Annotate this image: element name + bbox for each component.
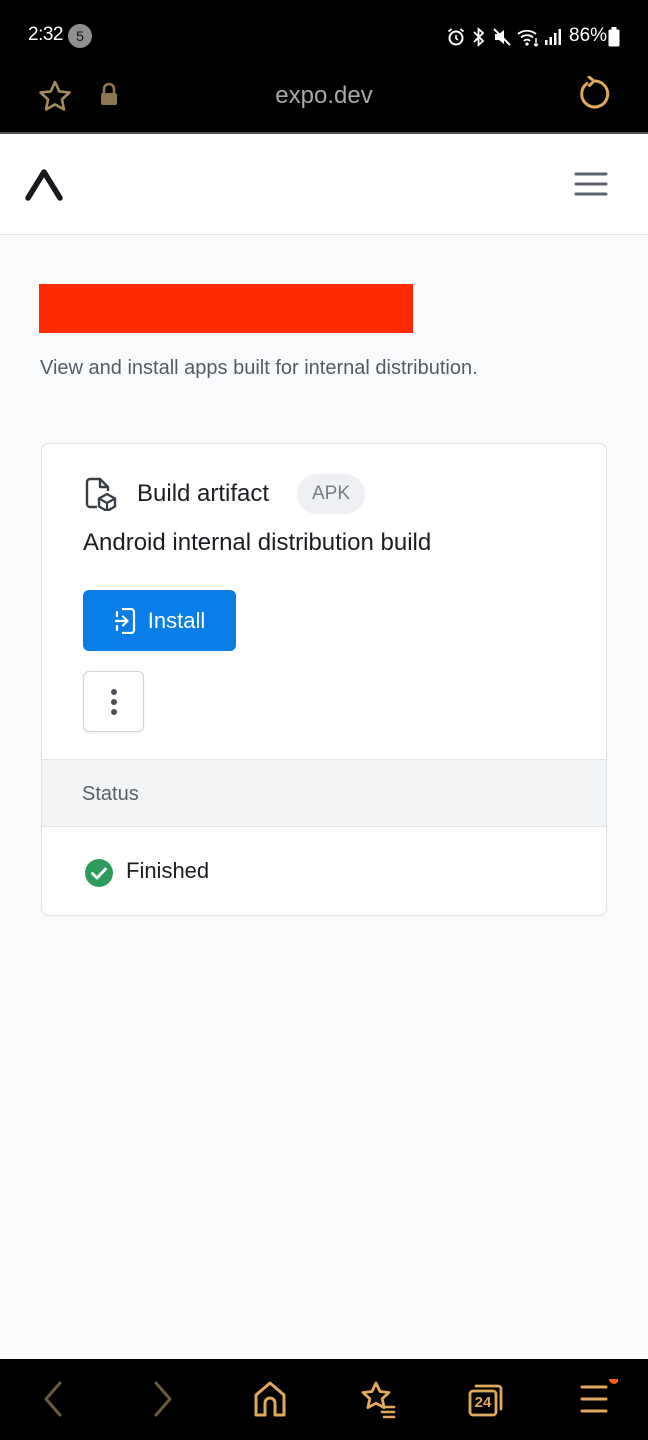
success-check-icon (85, 859, 113, 887)
redacted-page-title (39, 284, 413, 333)
status-time: 2:32 (28, 24, 63, 45)
alarm-icon (447, 28, 465, 46)
battery-icon (608, 27, 620, 47)
home-icon[interactable] (252, 1379, 288, 1419)
more-options-button[interactable] (83, 671, 144, 732)
status-table-header: Status (42, 759, 606, 827)
more-vertical-icon (110, 688, 117, 715)
mute-icon (493, 28, 511, 46)
install-label: Install (147, 607, 206, 633)
menu-icon (580, 1379, 618, 1413)
artifact-type-badge: APK (297, 474, 365, 514)
tabs-button[interactable]: 24 (466, 1379, 506, 1419)
bookmarks-icon[interactable] (358, 1379, 398, 1419)
build-artifact-icon (85, 477, 117, 511)
wifi-icon (517, 29, 539, 47)
browser-bottom-nav: 24 (0, 1359, 648, 1440)
install-icon (114, 607, 135, 634)
forward-icon[interactable] (150, 1379, 176, 1419)
status-icons (446, 26, 562, 48)
build-artifact-card: Build artifact APK Android internal dist… (41, 443, 607, 916)
signal-icon (545, 29, 561, 45)
menu-button[interactable] (578, 1379, 618, 1419)
status-column-label: Status (82, 783, 139, 805)
build-description: Android internal distribution build (83, 529, 432, 556)
notification-count-badge: 5 (68, 24, 92, 48)
tab-count: 24 (474, 1394, 492, 1411)
install-button[interactable]: Install (83, 590, 236, 651)
expo-logo[interactable] (24, 166, 64, 202)
browser-toolbar: expo.dev (0, 72, 648, 134)
page-subtitle: View and install apps built for internal… (40, 357, 478, 379)
hamburger-menu-icon[interactable] (572, 170, 610, 198)
status-value: Finished (126, 858, 210, 883)
site-header (0, 134, 648, 235)
battery-percentage: 86% (569, 25, 608, 46)
url-bar[interactable]: expo.dev (0, 82, 648, 110)
back-icon[interactable] (40, 1379, 66, 1419)
artifact-label: Build artifact (137, 480, 270, 507)
reload-icon[interactable] (576, 76, 612, 112)
bluetooth-icon (473, 27, 485, 47)
status-row: Finished (42, 827, 606, 915)
status-bar: 2:32 5 86% (0, 0, 648, 72)
